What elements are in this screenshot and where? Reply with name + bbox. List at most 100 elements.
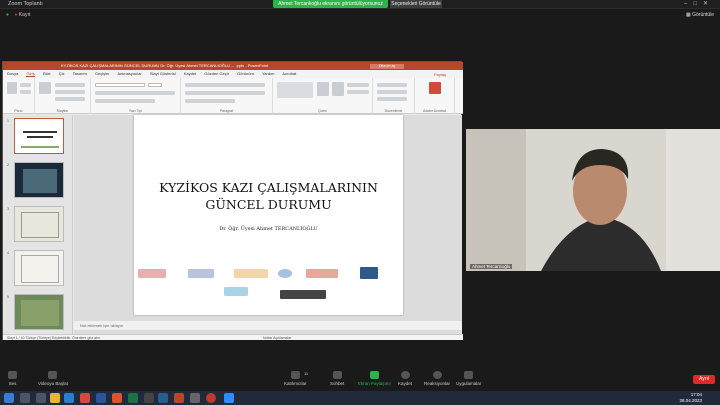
view-options-button[interactable]: Seçenekleri Görüntüle xyxy=(390,0,442,8)
text-direction-buttons[interactable] xyxy=(185,99,235,103)
status-notes-comments[interactable]: Notlar Açıklamalar xyxy=(263,335,291,341)
slide-thumbnail[interactable] xyxy=(14,162,64,198)
toolbar-label: Reaksiyonlar xyxy=(424,381,451,386)
slide-title: KYZİKOS KAZI ÇALIŞMALARININ GÜNCEL DURUM… xyxy=(134,179,403,213)
ppt-menu-bar: Dosya Giriş Ekle Çiz Tasarım Geçişler An… xyxy=(3,70,463,78)
powerpoint-window: KYZİKOS KAZI ÇALIŞMALARININ GÜNCEL DURUM… xyxy=(2,61,463,340)
chat-icon xyxy=(332,371,342,379)
window-controls[interactable]: –□✕ xyxy=(684,0,714,7)
edge-icon[interactable] xyxy=(64,393,74,403)
list-buttons[interactable] xyxy=(185,83,265,87)
shape-outline-button[interactable] xyxy=(347,90,369,94)
municipality-logo xyxy=(234,269,268,278)
menu-item[interactable]: Dosya xyxy=(7,71,18,76)
layout-button[interactable] xyxy=(55,83,85,87)
video-camera-icon xyxy=(48,371,58,379)
meeting-toolbar: Ses Videoyu Başlat Katılımcılar 11 Sohbe… xyxy=(0,367,720,391)
menu-item[interactable]: Tasarım xyxy=(73,71,87,76)
notes-pane[interactable]: Not eklemek için tıklayın xyxy=(74,321,462,330)
slide-editor: KYZİKOS KAZI ÇALIŞMALARININ GÜNCEL DURUM… xyxy=(74,115,462,334)
section-button[interactable] xyxy=(55,97,85,101)
record-button[interactable]: Kaydet xyxy=(398,371,412,386)
district-logo xyxy=(188,269,214,278)
slide-thumbnail[interactable] xyxy=(14,206,64,242)
find-button[interactable] xyxy=(377,83,407,87)
app-icon[interactable] xyxy=(144,393,154,403)
app-icon[interactable] xyxy=(206,393,216,403)
new-slide-icon[interactable] xyxy=(39,82,51,94)
powerpoint-icon[interactable] xyxy=(174,393,184,403)
paste-icon[interactable] xyxy=(7,82,17,94)
slide-thumbnail[interactable] xyxy=(14,250,64,286)
menu-item-active[interactable]: Giriş xyxy=(26,71,35,77)
view-label: Görüntüle xyxy=(692,12,715,18)
share-screen-icon xyxy=(369,371,379,379)
menu-item[interactable]: Ekle xyxy=(43,71,51,76)
reactions-button[interactable]: Reaksiyonlar xyxy=(424,371,450,386)
acrobat-icon[interactable] xyxy=(80,393,90,403)
slide-thumbnail[interactable] xyxy=(14,118,64,154)
shapes-gallery[interactable] xyxy=(277,82,313,98)
reset-button[interactable] xyxy=(55,90,85,94)
cut-icon[interactable] xyxy=(20,83,31,87)
replace-button[interactable] xyxy=(377,90,407,94)
share-screen-button[interactable]: Ekran Paylaşımı xyxy=(358,371,391,386)
sign-in-button[interactable]: Oturum aç xyxy=(370,64,404,69)
font-color-buttons[interactable] xyxy=(95,99,155,103)
toolbar-label: Sohbet xyxy=(330,381,345,386)
view-button[interactable]: ▦ Görüntüle xyxy=(686,12,714,18)
reactions-icon xyxy=(432,371,442,379)
menu-item[interactable]: Gözden Geçir xyxy=(204,71,229,76)
menu-item[interactable]: Görünüm xyxy=(237,71,254,76)
photoshop-icon[interactable] xyxy=(158,393,168,403)
toolbar-label: Ekran Paylaşımı xyxy=(358,381,391,386)
current-slide[interactable]: KYZİKOS KAZI ÇALIŞMALARININ GÜNCEL DURUM… xyxy=(134,115,403,315)
excel-icon[interactable] xyxy=(128,393,138,403)
start-icon[interactable] xyxy=(4,393,14,403)
apps-button[interactable]: Uygulamalar xyxy=(456,371,481,386)
menu-item[interactable]: Geçişler xyxy=(95,71,110,76)
quick-styles-icon[interactable] xyxy=(332,82,344,96)
word-icon[interactable] xyxy=(96,393,106,403)
adobe-pdf-icon[interactable] xyxy=(429,82,441,94)
slide-thumbnail[interactable] xyxy=(14,294,64,330)
shape-fill-button[interactable] xyxy=(347,83,369,87)
group-label: Pano xyxy=(14,109,23,113)
align-buttons[interactable] xyxy=(185,91,265,95)
app-icon[interactable] xyxy=(190,393,200,403)
apps-icon xyxy=(464,371,474,379)
shield-icon: ● xyxy=(6,12,10,18)
slide-title-line: KYZİKOS KAZI ÇALIŞMALARININ xyxy=(159,180,378,195)
chrome-icon[interactable] xyxy=(112,393,122,403)
menu-item[interactable]: Slayt Gösterisi xyxy=(150,71,176,76)
status-text: Slayt 1 / 40 Türkçe (Türkiye) Erişilebil… xyxy=(7,336,100,340)
leave-button[interactable]: Ayrıl xyxy=(693,375,715,384)
system-clock[interactable]: 17:04 28.04.2023 xyxy=(679,392,702,404)
font-style-buttons[interactable] xyxy=(95,91,175,95)
participants-button[interactable]: Katılımcılar 11 xyxy=(284,371,308,386)
zoom-icon[interactable] xyxy=(224,393,234,403)
group-label: Adobe Acrobat xyxy=(423,109,446,113)
menu-item[interactable]: Animasyonlar xyxy=(117,71,141,76)
participant-video[interactable] xyxy=(466,129,720,271)
start-video-button[interactable]: Videoyu Başlat xyxy=(38,371,68,386)
font-name-select[interactable] xyxy=(95,83,145,87)
menu-item[interactable]: Acrobat xyxy=(282,71,296,76)
ribbon-group-paragraph: Paragraf xyxy=(181,78,273,114)
font-size-select[interactable] xyxy=(148,83,162,87)
window-title: Zoom Toplantı xyxy=(8,1,43,7)
menu-item[interactable]: Kaydet xyxy=(184,71,196,76)
search-icon[interactable] xyxy=(20,393,30,403)
task-view-icon[interactable] xyxy=(36,393,46,403)
menu-item[interactable]: Çiz xyxy=(59,71,65,76)
ertikut-logo xyxy=(224,287,248,296)
ppt-status-bar: Slayt 1 / 40 Türkçe (Türkiye) Erişilebil… xyxy=(3,334,463,340)
arrange-icon[interactable] xyxy=(317,82,329,96)
menu-item[interactable]: Yardım xyxy=(262,71,275,76)
select-button[interactable] xyxy=(377,97,407,101)
chat-button[interactable]: Sohbet xyxy=(330,371,344,386)
ribbon-group-drawing: Çizim xyxy=(273,78,373,114)
file-explorer-icon[interactable] xyxy=(50,393,60,403)
audio-button[interactable]: Ses xyxy=(8,371,17,386)
copy-icon[interactable] xyxy=(20,90,31,94)
